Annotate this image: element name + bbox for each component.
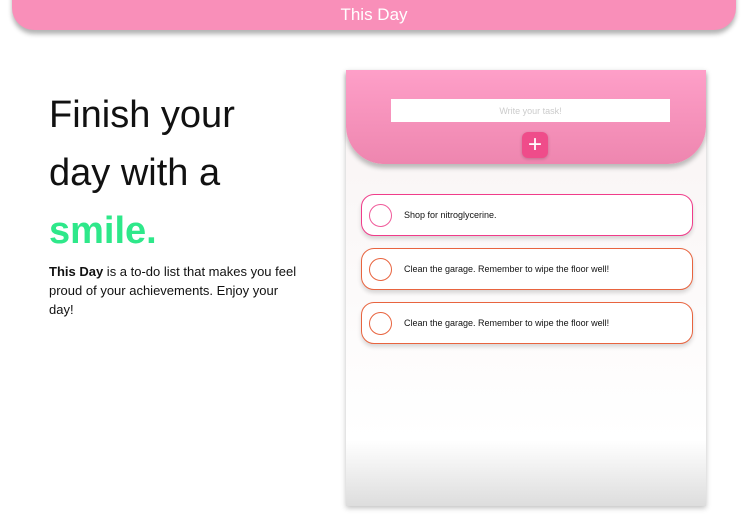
heading-highlight: smile. <box>49 210 157 252</box>
app-header: This Day <box>12 0 736 30</box>
task-input[interactable] <box>391 99 670 122</box>
task-text: Clean the garage. Remember to wipe the f… <box>404 264 610 274</box>
todo-panel: + Shop for nitroglycerine. Clean the gar… <box>346 70 706 506</box>
checkbox-circle-icon[interactable] <box>369 203 392 227</box>
add-task-button[interactable]: + <box>522 132 548 158</box>
todo-header: + <box>346 70 706 164</box>
checkbox-circle-icon[interactable] <box>369 311 392 335</box>
hero-heading: Finish your day with a smile. <box>49 86 299 260</box>
heading-line-1: Finish your <box>49 94 235 136</box>
app-title: This Day <box>340 5 408 24</box>
task-item[interactable]: Clean the garage. Remember to wipe the f… <box>361 248 693 290</box>
task-item[interactable]: Shop for nitroglycerine. <box>361 194 693 236</box>
hero-description: This Day is a to-do list that makes you … <box>49 262 299 319</box>
task-item[interactable]: Clean the garage. Remember to wipe the f… <box>361 302 693 344</box>
heading-line-2: day with a <box>49 152 221 194</box>
brand-name: This Day <box>49 264 104 279</box>
hero-section: Finish your day with a smile. This Day is … <box>49 86 299 319</box>
task-text: Shop for nitroglycerine. <box>404 210 497 220</box>
plus-icon: + <box>527 131 542 158</box>
checkbox-circle-icon[interactable] <box>369 257 392 281</box>
task-text: Clean the garage. Remember to wipe the f… <box>404 318 610 328</box>
